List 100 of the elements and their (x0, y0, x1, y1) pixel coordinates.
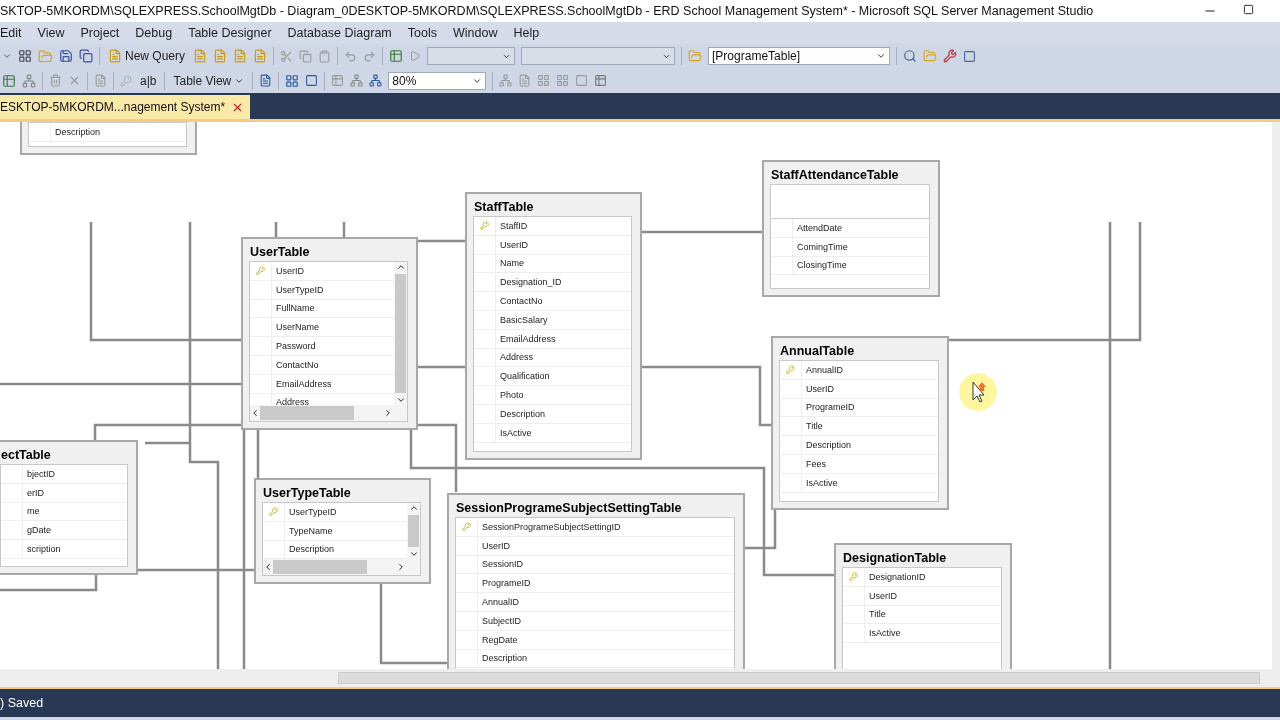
menu-item[interactable]: Help (505, 26, 548, 40)
document-icon[interactable] (213, 49, 228, 63)
column-name: UserID (868, 590, 897, 601)
column-name: SubjectID (481, 615, 522, 626)
window-icon[interactable] (963, 49, 977, 63)
layout-icon[interactable] (350, 74, 364, 87)
key-icon (786, 365, 795, 375)
scroll-right-icon[interactable] (396, 562, 406, 572)
grid-icon[interactable] (18, 49, 32, 63)
paste-icon[interactable] (318, 49, 332, 63)
menu-item[interactable]: Window (444, 26, 506, 40)
table-title: DesignationTable (842, 550, 948, 567)
folder-icon[interactable] (923, 49, 938, 63)
column-name: Description (288, 544, 335, 555)
configuration-dropdown[interactable] (427, 47, 516, 65)
cut-icon[interactable] (280, 49, 294, 63)
search-icon[interactable] (903, 49, 918, 63)
play-icon[interactable] (409, 50, 422, 62)
delete-icon[interactable] (49, 74, 62, 87)
menu-item[interactable]: Tools (399, 26, 445, 40)
table-title: AnnualTable (779, 343, 856, 360)
tools-icon[interactable] (943, 49, 958, 63)
table-node[interactable]: SessionProgrameSubjectSettingTable SessionProgrameSubjectSettingID UserID SessionID ProgrameID AnnualID SubjectID RegDate Description (447, 493, 745, 669)
menu-item[interactable]: Table Designer (180, 26, 280, 40)
document-icon[interactable] (253, 49, 268, 63)
column-name: UserID (805, 383, 834, 394)
document-tab[interactable]: ESKTOP-5MKORDM...nagement System* (0, 95, 251, 119)
table-node[interactable]: AnnualTable AnnualID UserID ProgrameID Title Description Fees IsActive (771, 336, 949, 510)
table-node[interactable]: UserTypeTable UserTypeID TypeName Description (254, 478, 431, 584)
table-node[interactable]: ectTable bjectID erID me gDate scription (0, 440, 138, 575)
zoom-dropdown[interactable]: 80% (388, 71, 487, 90)
column-name: ComingTime (796, 241, 848, 252)
column-name: IsActive (868, 628, 901, 639)
restore-icon[interactable] (1243, 4, 1254, 15)
menu-item[interactable]: Database Diagram (279, 26, 400, 40)
document-icon (108, 49, 122, 63)
key-icon[interactable] (120, 74, 132, 87)
scroll-left-icon[interactable] (263, 562, 273, 572)
caret-icon (876, 51, 887, 61)
menu-item[interactable]: Project (72, 26, 128, 40)
table-node[interactable]: StaffTable StaffID UserID Name Designation_ID ContactNo BasicSalary EmailAddress Address Qualification Photo Description IsActive (465, 192, 642, 460)
scroll-down-icon[interactable] (395, 395, 406, 405)
table-title: UserTypeTable (262, 485, 352, 502)
table-title: ectTable (0, 447, 52, 464)
horizontal-scrollbar[interactable] (263, 559, 420, 575)
rename-button[interactable]: a|b (138, 73, 159, 88)
layout-icon[interactable] (369, 74, 383, 87)
add-table-icon[interactable] (2, 73, 16, 88)
scroll-down-icon[interactable] (408, 549, 419, 559)
relationship-line (418, 365, 465, 369)
menu-item[interactable]: Debug (127, 26, 181, 40)
column-name: AnnualID (481, 597, 520, 608)
relationship-icon[interactable] (499, 74, 513, 87)
column-name: UserTypeID (288, 506, 337, 517)
scroll-up-icon[interactable] (408, 503, 419, 513)
table-icon[interactable] (594, 74, 608, 87)
object-dropdown[interactable]: [ProgrameTable] (708, 47, 891, 65)
key-icon (480, 221, 489, 231)
redo-icon[interactable] (363, 49, 377, 63)
document-icon[interactable] (233, 49, 248, 63)
column-name: SessionProgrameSubjectSettingID (481, 521, 621, 532)
horizontal-scrollbar[interactable] (250, 405, 407, 421)
remove-icon[interactable] (68, 74, 81, 87)
scroll-up-icon[interactable] (395, 262, 406, 272)
column-name: TypeName (288, 525, 333, 536)
window-title: SKTOP-5MKORDM\SQLEXPRESS.SchoolMgtDb - Diagram_0DESKTOP-5MKORDM\SQLEXPRESS.SchoolMgtDb - ERD School Management System* - Microsoft SQL Server Management Studio (0, 4, 1094, 18)
horizontal-scrollbar[interactable] (0, 669, 1280, 689)
column-name: FullName (275, 303, 315, 314)
copy-icon[interactable] (299, 49, 313, 63)
mouse-cursor-icon (958, 372, 998, 412)
table-node[interactable]: DesignationTable DesignationID UserID Title IsActive (834, 543, 1012, 669)
vertical-scrollbar[interactable] (394, 262, 407, 405)
caret-icon[interactable] (2, 51, 12, 61)
scroll-right-icon[interactable] (383, 408, 393, 418)
vertical-scrollbar[interactable] (407, 503, 420, 559)
grid-icon[interactable] (556, 74, 570, 87)
new-query-button[interactable]: New Query (106, 49, 188, 63)
vertical-scrollbar[interactable] (1272, 122, 1280, 669)
table-node[interactable]: Description (20, 122, 197, 155)
column-name: Password (275, 341, 316, 352)
column-name: erID (26, 487, 44, 498)
column-name: Designation_ID (499, 277, 562, 288)
menu-item[interactable]: View (29, 26, 73, 40)
undo-icon[interactable] (344, 49, 358, 63)
menu-item[interactable]: Edit (0, 26, 30, 40)
document-icon[interactable] (193, 49, 208, 63)
key-icon (462, 522, 471, 532)
platform-dropdown[interactable] (521, 47, 676, 65)
save-icon[interactable] (59, 49, 73, 63)
table-view-button[interactable]: Table View (171, 73, 247, 88)
scroll-left-icon[interactable] (250, 408, 260, 418)
table-node[interactable]: StaffAttendanceTable AttendDate ComingTime ClosingTime (762, 160, 940, 297)
folder-icon[interactable] (688, 49, 703, 63)
script-icon[interactable] (94, 74, 107, 87)
grid-icon[interactable] (537, 74, 551, 87)
window-icon[interactable] (575, 74, 589, 87)
key-icon (849, 572, 858, 582)
column-name: Title (805, 421, 823, 432)
folder-icon[interactable] (38, 48, 53, 64)
table-node[interactable]: UserTable UserID UserTypeID FullName UserName Password ContactNo EmailAddress Address (241, 237, 418, 430)
